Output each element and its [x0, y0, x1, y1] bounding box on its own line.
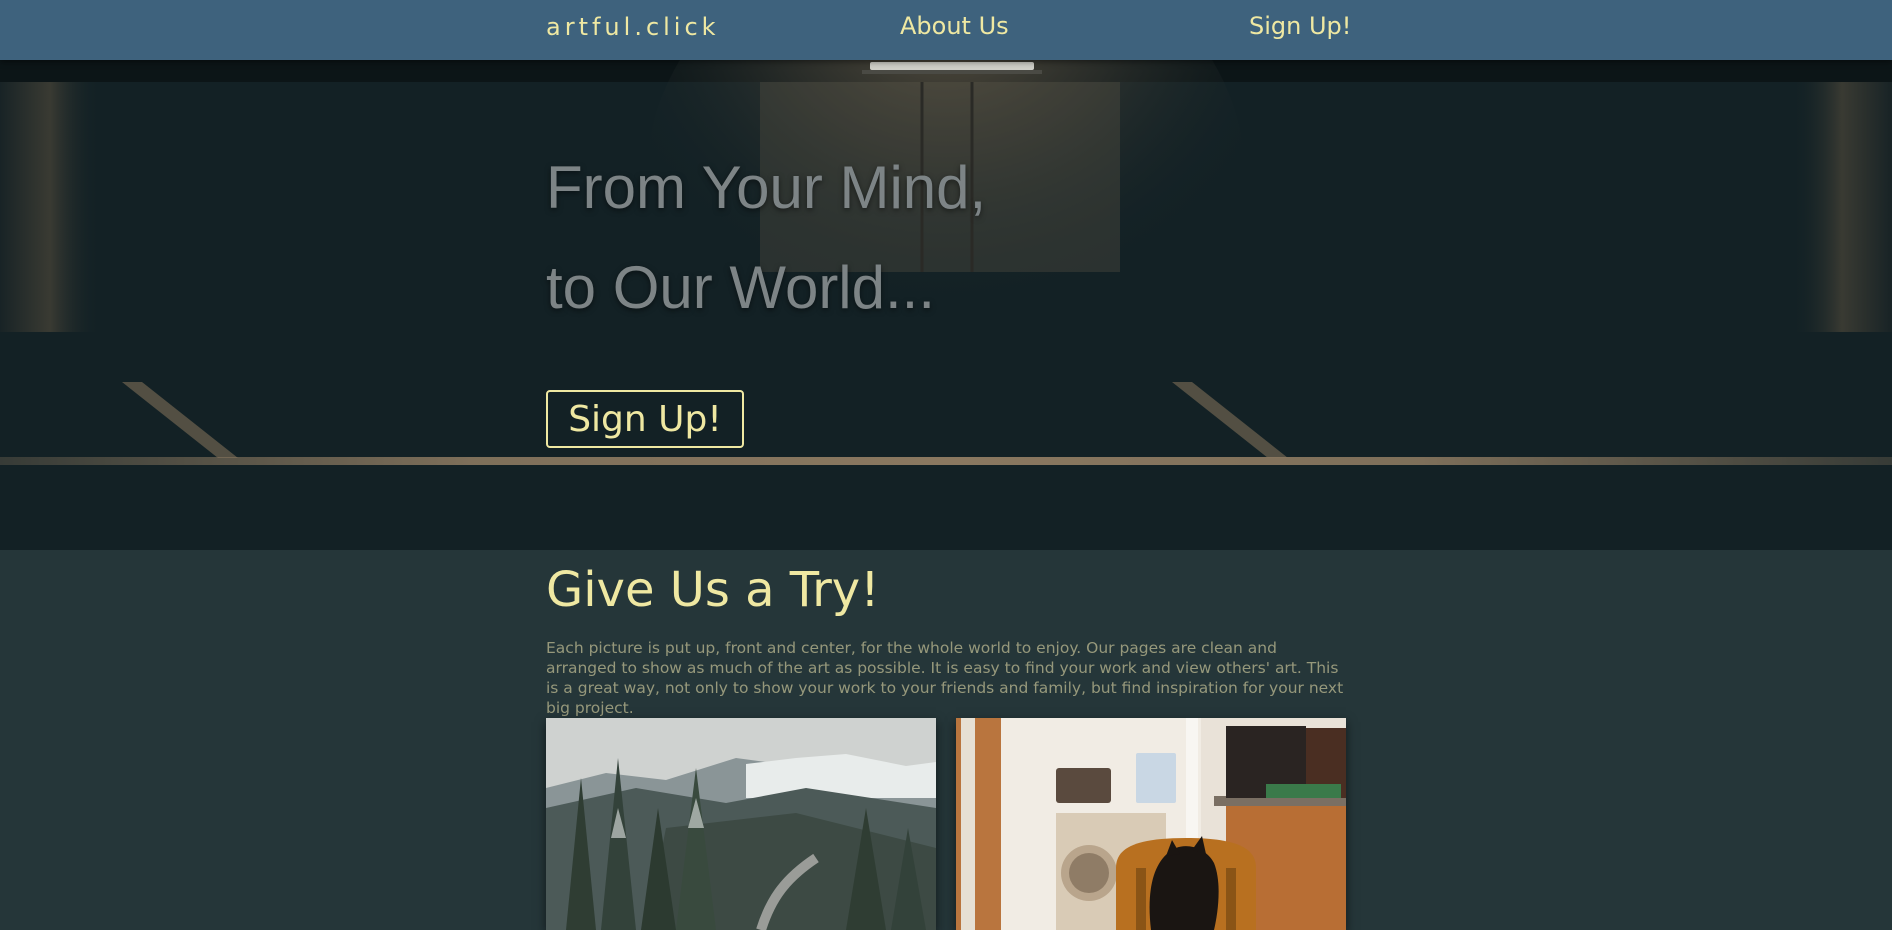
- hero-background-image: [0, 60, 1892, 550]
- gallery-card-mountain-road[interactable]: [546, 718, 936, 930]
- nav-about-us-link[interactable]: About Us: [900, 12, 1009, 40]
- nav-sign-up-link[interactable]: Sign Up!: [1249, 12, 1351, 40]
- hero-section: From Your Mind, to Our World... Sign Up!: [0, 60, 1892, 550]
- hero-sign-up-button[interactable]: Sign Up!: [546, 390, 744, 448]
- site-logo-link[interactable]: artful.click: [546, 13, 720, 41]
- top-navbar: artful.click About Us Sign Up!: [0, 0, 1892, 60]
- cat-on-chair-image: [956, 718, 1346, 930]
- intro-paragraph: Each picture is put up, front and center…: [546, 639, 1344, 717]
- intro-title: Give Us a Try!: [546, 562, 880, 618]
- mountain-road-image: [546, 718, 936, 930]
- hero-headline-line2: to Our World...: [546, 254, 936, 321]
- gallery-card-cat-on-chair[interactable]: [956, 718, 1346, 930]
- hero-headline-line1: From Your Mind,: [546, 154, 987, 221]
